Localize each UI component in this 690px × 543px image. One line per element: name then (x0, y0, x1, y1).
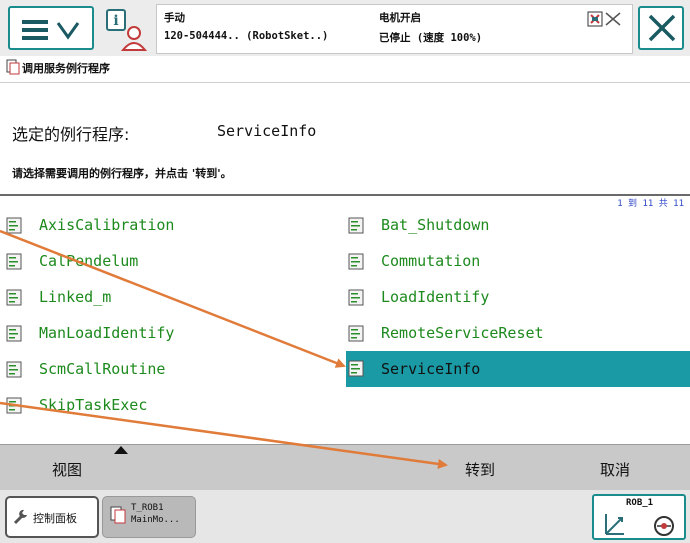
selected-routine-value: ServiceInfo (217, 122, 317, 140)
routine-manloadidentify[interactable]: ManLoadIdentify (4, 319, 340, 349)
close-icon (648, 14, 676, 42)
routine-label: ServiceInfo (381, 360, 481, 378)
routine-icon (6, 397, 22, 414)
routine-icon (348, 217, 364, 234)
routine-icon (6, 289, 22, 306)
routine-icon (6, 217, 22, 234)
routine-bat-shutdown[interactable]: Bat_Shutdown (346, 211, 688, 241)
task-module: MainMo... (131, 515, 180, 525)
goto-button[interactable]: 转到 (465, 459, 495, 480)
routine-label: Bat_Shutdown (381, 216, 490, 234)
cancel-button[interactable]: 取消 (600, 459, 630, 480)
program-editor-task[interactable]: T_ROB1 MainMo... (102, 496, 196, 538)
routine-label: CalPendelum (39, 252, 139, 270)
routine-calpendelum[interactable]: CalPendelum (4, 247, 340, 277)
routine-axiscalibration[interactable]: AxisCalibration (4, 211, 340, 241)
routine-serviceinfo[interactable]: ServiceInfo (346, 351, 690, 387)
taskbar: 控制面板 T_ROB1 MainMo... (0, 490, 690, 543)
svg-text:i: i (113, 13, 118, 29)
routine-icon (348, 253, 364, 270)
routine-label: SkipTaskExec (39, 396, 148, 414)
routine-doc-icon (6, 59, 20, 75)
breadcrumb-title: 调用服务例行程序 (22, 62, 110, 75)
task-name: T_ROB1 (131, 503, 164, 513)
mode-text: 手动 (164, 12, 185, 24)
list-divider (0, 194, 690, 196)
breadcrumb: 调用服务例行程序 (0, 56, 690, 83)
routine-loadidentify[interactable]: LoadIdentify (346, 283, 688, 313)
event-status-icon (587, 11, 621, 27)
close-button[interactable] (638, 6, 684, 50)
routine-label: Linked_m (39, 288, 112, 306)
routine-scmcallroutine[interactable]: ScmCallRoutine (4, 355, 340, 385)
routine-skiptaskexec[interactable]: SkipTaskExec (4, 391, 340, 421)
routine-label: LoadIdentify (381, 288, 490, 306)
mechanical-unit-button[interactable]: ROB_1 (592, 494, 686, 540)
routine-icon (348, 289, 364, 306)
routine-remoteservicereset[interactable]: RemoteServiceReset (346, 319, 688, 349)
routine-label: ManLoadIdentify (39, 324, 175, 342)
view-button[interactable]: 视图 (52, 459, 82, 480)
wrench-icon (13, 509, 27, 525)
program-doc-icon (110, 506, 126, 524)
control-panel-label: 控制面板 (33, 512, 77, 525)
routine-icon (348, 325, 364, 342)
top-bar: i 手动 120-504444.. (RobotSket..) 电机开启 已停止… (0, 0, 690, 62)
routine-icon (6, 325, 22, 342)
action-bar: 视图 转到 取消 (0, 444, 690, 491)
routine-label: AxisCalibration (39, 216, 175, 234)
selected-routine-label: 选定的例行程序: (12, 125, 130, 144)
jog-coordinates-icon (605, 514, 674, 536)
menu-icon (22, 20, 80, 40)
routine-icon (6, 253, 22, 270)
instruction-text: 请选择需要调用的例行程序，并点击 '转到'。 (12, 167, 232, 180)
routine-commutation[interactable]: Commutation (346, 247, 688, 277)
info-user-icon[interactable]: i (103, 6, 149, 54)
main-menu-button[interactable] (8, 6, 94, 50)
motors-status: 电机开启 (379, 12, 421, 24)
status-panel[interactable]: 手动 120-504444.. (RobotSket..) 电机开启 已停止 (… (156, 4, 633, 54)
list-count: 1 到 11 共 11 (617, 199, 684, 209)
caret-up-icon (114, 446, 128, 454)
control-panel-task[interactable]: 控制面板 (5, 496, 99, 538)
routine-icon (348, 360, 364, 377)
routine-icon (6, 361, 22, 378)
routine-linked-m[interactable]: Linked_m (4, 283, 340, 313)
routine-label: RemoteServiceReset (381, 324, 544, 342)
program-state: 已停止 (速度 100%) (379, 32, 483, 44)
routine-label: ScmCallRoutine (39, 360, 166, 378)
routine-label: Commutation (381, 252, 481, 270)
controller-name: 120-504444.. (RobotSket..) (164, 30, 329, 42)
